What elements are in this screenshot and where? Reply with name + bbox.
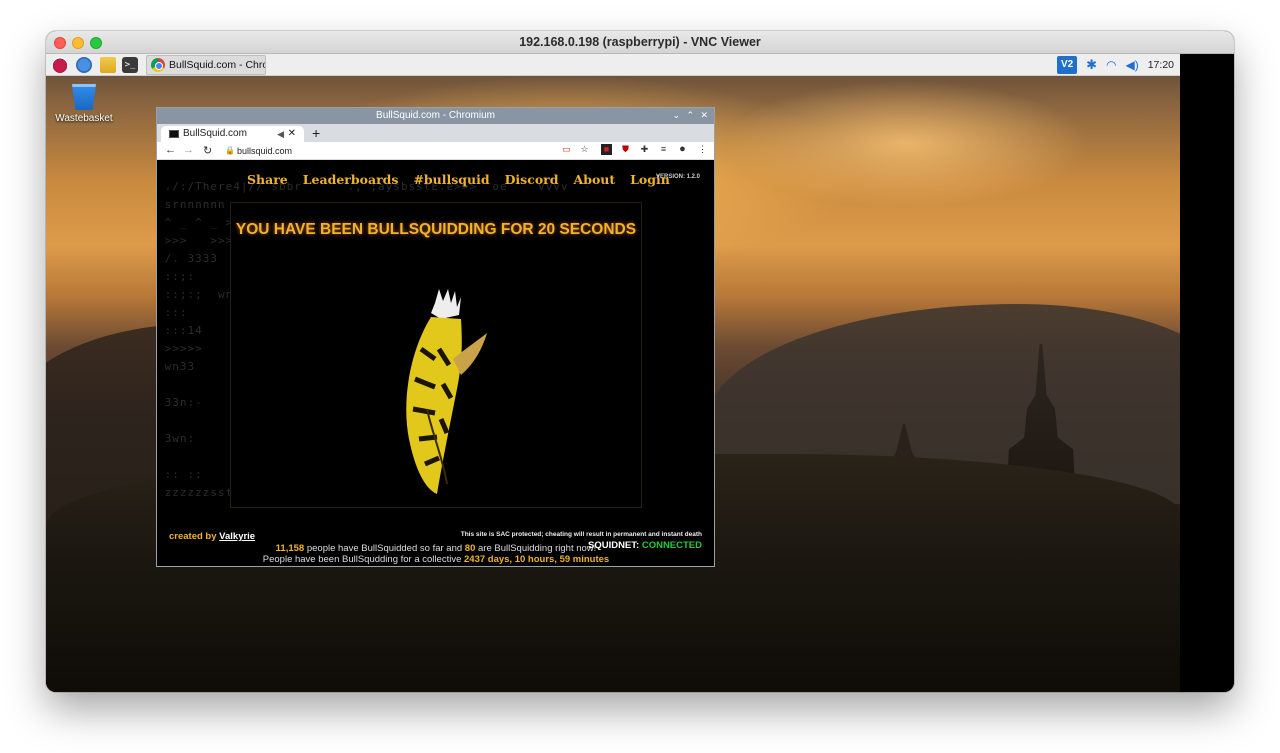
stats-line1-end: are BullSquidding right now! <box>475 543 597 554</box>
vnc-titlebar[interactable]: 192.168.0.198 (raspberrypi) - VNC Viewer <box>46 31 1234 54</box>
forward-icon[interactable]: → <box>183 144 194 156</box>
vnc-window-title: 192.168.0.198 (raspberrypi) - VNC Viewer <box>519 35 761 49</box>
bullsquid-page: ./:/There4|// sbbr ., ;aysbsstE.e>>> oe … <box>157 160 714 566</box>
tab-strip: BullSquid.com ◀ ✕ + <box>157 124 714 142</box>
wifi-icon[interactable]: ◠ <box>1106 58 1116 72</box>
remote-desktop[interactable]: >_ BullSquid.com - Chro... V2 ✱ ◠ ◀) 17:… <box>46 54 1180 692</box>
bluetooth-icon[interactable]: ✱ <box>1086 57 1097 73</box>
extension-icon[interactable]: ■ <box>601 144 612 155</box>
clock: 17:20 <box>1147 59 1174 71</box>
vnc-unused-area <box>1180 54 1234 692</box>
sac-notice: This site is SAC protected; cheating wil… <box>460 531 702 538</box>
profile-icon[interactable]: ● <box>677 144 688 155</box>
chromium-titlebar[interactable]: BullSquid.com - Chromium ⌄ ⌃ ✕ <box>157 108 714 124</box>
stats-line2-start: People have been BullSqudding for a coll… <box>262 554 464 565</box>
menu-icon[interactable]: ⋮ <box>697 144 708 155</box>
version-label: VERSION: 1.2.0 <box>655 174 700 180</box>
nav-bullsquid-channel[interactable]: #bullsquid <box>413 172 489 187</box>
nav-discord[interactable]: Discord <box>505 172 559 187</box>
squidnet-connected-badge: CONNECTED <box>641 540 702 551</box>
wastebasket-desktop-icon[interactable]: Wastebasket <box>54 84 114 124</box>
chevron-up-icon[interactable]: ⌃ <box>686 110 694 121</box>
nav-about[interactable]: About <box>574 172 616 187</box>
speaker-icon[interactable]: ◀ <box>277 126 284 142</box>
system-tray: V2 ✱ ◠ ◀) 17:20 <box>1057 56 1174 74</box>
chromium-window: BullSquid.com - Chromium ⌄ ⌃ ✕ BullSquid… <box>156 107 715 567</box>
chevron-down-icon[interactable]: ⌄ <box>672 110 680 121</box>
reload-icon[interactable]: ↻ <box>203 144 212 157</box>
volume-icon[interactable]: ◀) <box>1125 58 1138 72</box>
reading-list-icon[interactable]: ≡ <box>658 144 669 155</box>
url-text: bullsquid.com <box>237 146 293 156</box>
wastebasket-label: Wastebasket <box>55 113 113 124</box>
taskbar-chromium-task[interactable]: BullSquid.com - Chro... <box>146 55 266 75</box>
cast-icon[interactable]: ▭ <box>561 144 572 155</box>
back-icon[interactable]: ← <box>165 144 176 156</box>
site-navigation: Share Leaderboards #bullsquid Discord Ab… <box>247 172 670 187</box>
favicon-icon <box>169 130 179 138</box>
address-bar[interactable]: 🔒 bullsquid.com <box>225 144 555 158</box>
tab-title: BullSquid.com <box>183 128 247 139</box>
squidnet-label: SQUIDNET: <box>587 540 642 551</box>
collective-time: 2437 days, 10 hours, 59 minutes <box>464 554 610 565</box>
bookmark-star-icon[interactable]: ☆ <box>579 144 590 155</box>
new-tab-icon[interactable]: + <box>312 124 320 142</box>
chromium-icon <box>151 58 165 72</box>
stats-line-collective: People have been BullSqudding for a coll… <box>231 554 641 565</box>
vnc-viewer-window: 192.168.0.198 (raspberrypi) - VNC Viewer… <box>46 31 1234 692</box>
bullsquidding-timer-headline: YOU HAVE BEEN BULLSQUIDDING FOR 20 SECON… <box>235 221 637 238</box>
total-people-count: 11,158 <box>275 543 305 554</box>
bullsquid-creature-image <box>406 289 487 494</box>
puzzle-icon[interactable]: ✚ <box>639 144 650 155</box>
stats-line1-middle: people have BullSquidded so far and <box>304 543 465 554</box>
close-tab-icon[interactable]: ✕ <box>288 126 296 142</box>
credits-prefix: created by <box>169 531 220 542</box>
terminal-icon[interactable]: >_ <box>122 57 138 73</box>
stats-line-people: 11,158 people have BullSquidded so far a… <box>231 543 641 554</box>
wastebasket-icon <box>72 84 96 110</box>
active-now-count: 80 <box>464 543 476 554</box>
pi-taskbar: >_ BullSquid.com - Chro... V2 ✱ ◠ ◀) 17:… <box>46 54 1180 76</box>
browser-toolbar: ← → ↻ 🔒 bullsquid.com ▭ ☆ ■ ⛊ ✚ ≡ ● ⋮ <box>157 142 714 160</box>
squid-stage: YOU HAVE BEEN BULLSQUIDDING FOR 20 SECON… <box>230 202 642 565</box>
author-link[interactable]: Valkyrie <box>219 531 255 542</box>
chromium-window-title: BullSquid.com - Chromium <box>376 110 495 121</box>
raspberry-menu-icon[interactable] <box>52 57 68 73</box>
lock-icon: 🔒 <box>225 146 235 155</box>
file-manager-icon[interactable] <box>100 57 116 73</box>
taskbar-task-label: BullSquid.com - Chro... <box>169 59 265 71</box>
credits: created by Valkyrie <box>169 531 255 542</box>
close-icon[interactable]: ✕ <box>700 110 708 121</box>
squidnet-status: SQUIDNET: CONNECTED <box>588 540 702 551</box>
nav-share[interactable]: Share <box>247 172 288 187</box>
nav-leaderboards[interactable]: Leaderboards <box>303 172 399 187</box>
vnc-tray-icon[interactable]: V2 <box>1057 56 1078 74</box>
tab-bullsquid[interactable]: BullSquid.com ◀ ✕ <box>161 126 304 142</box>
web-browser-icon[interactable] <box>76 57 92 73</box>
ublock-icon[interactable]: ⛊ <box>620 144 631 155</box>
